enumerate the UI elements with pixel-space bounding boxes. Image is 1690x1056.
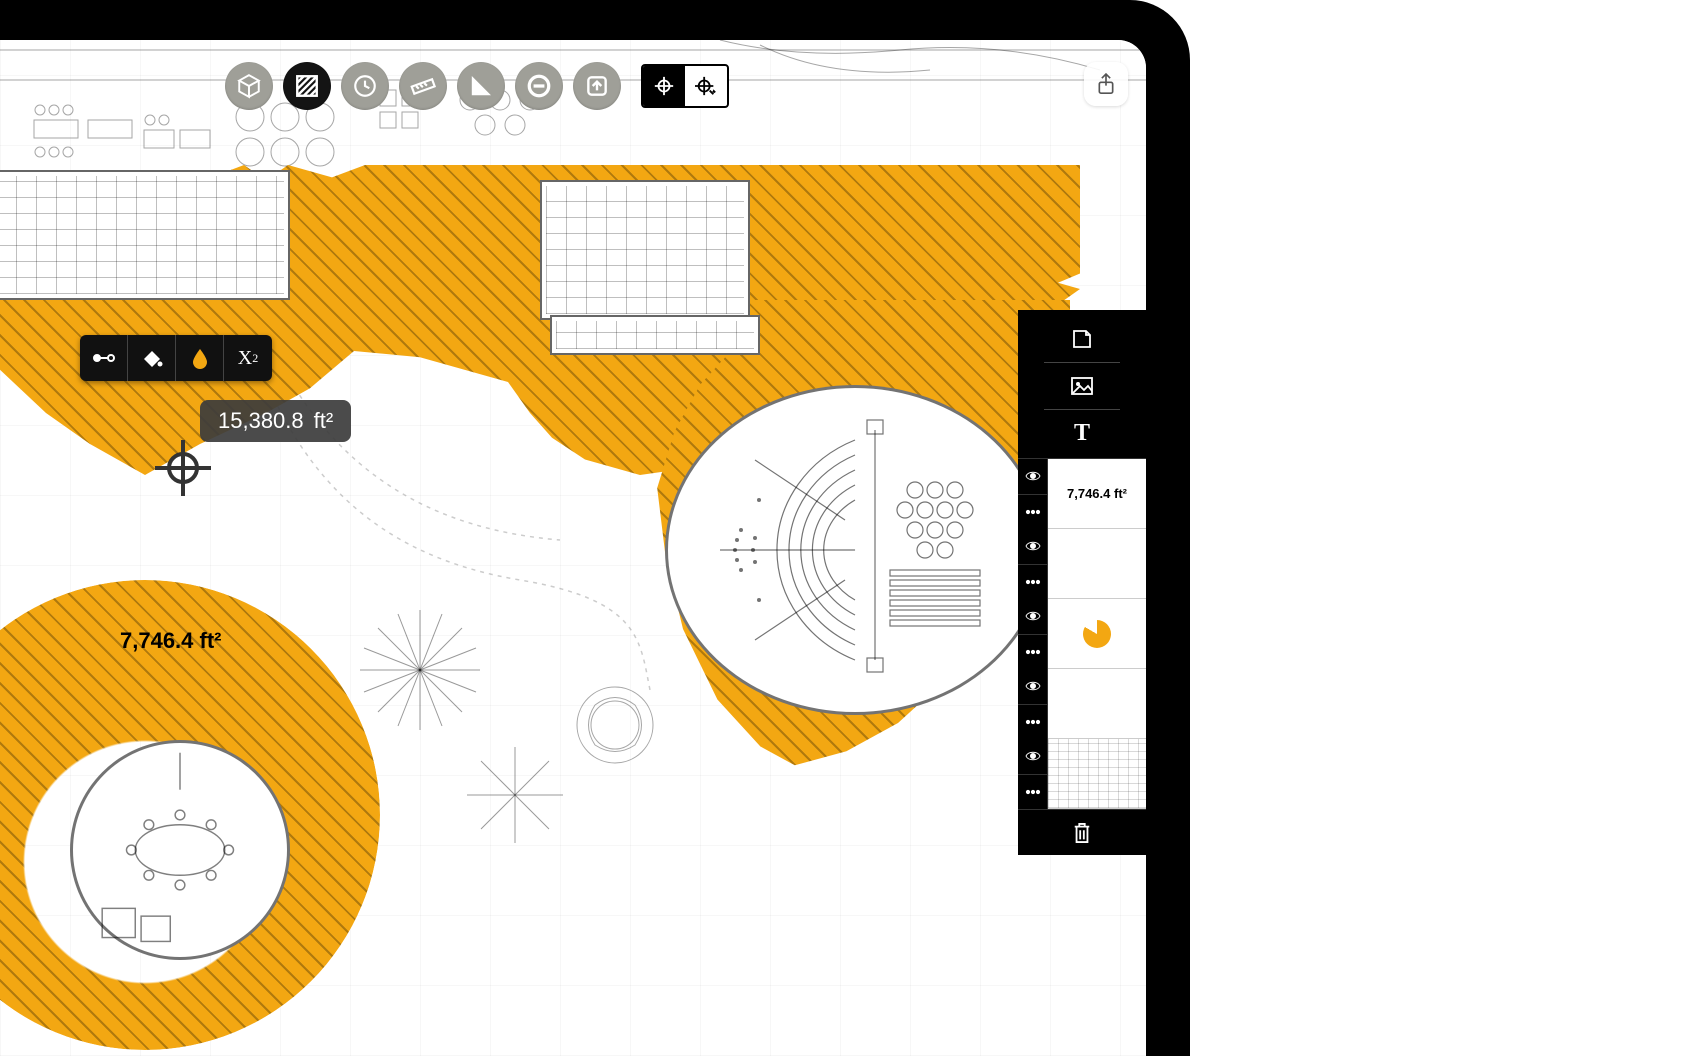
layer-thumbnail[interactable]: [1048, 599, 1146, 669]
x2-sup: 2: [252, 351, 258, 366]
add-image-button[interactable]: [1018, 367, 1146, 405]
x2-label: X: [238, 347, 252, 370]
layer-list: 7,746.4 ft²: [1018, 458, 1146, 809]
device-bezel: 7,746.4 ft² 15,380.8 ft²: [0, 20, 1164, 1056]
layer-visibility-toggle[interactable]: [1018, 529, 1047, 565]
layer-thumbnail[interactable]: 7,746.4 ft²: [1048, 459, 1146, 529]
layer-options-button[interactable]: [1018, 565, 1047, 600]
layers-panel: T 7,746.4 f: [1018, 310, 1146, 855]
cube-tool[interactable]: [225, 62, 273, 110]
measurement-unit: ft²: [314, 408, 334, 434]
layer-options-button[interactable]: [1018, 635, 1047, 670]
layer-row: [1018, 739, 1146, 809]
layer-options-button[interactable]: [1018, 775, 1047, 810]
layer-row: [1018, 669, 1146, 739]
color-drop-button[interactable]: [176, 335, 224, 381]
layer-visibility-toggle[interactable]: [1018, 739, 1047, 775]
layer-thumb-label: 7,746.4 ft²: [1067, 486, 1127, 501]
minus-tool[interactable]: [515, 62, 563, 110]
superscript-x2-button[interactable]: X2: [224, 335, 272, 381]
layer-visibility-toggle[interactable]: [1018, 599, 1047, 635]
snap-off-button[interactable]: +: [685, 66, 727, 106]
area-label-lower-left: 7,746.4 ft²: [120, 628, 222, 654]
measurement-value: 15,380.8: [218, 408, 304, 434]
device-frame: 7,746.4 ft² 15,380.8 ft²: [0, 0, 1190, 1056]
round-room: [70, 740, 290, 960]
stroke-style-button[interactable]: [80, 335, 128, 381]
snap-toggle: +: [641, 64, 729, 108]
svg-text:+: +: [711, 87, 716, 97]
share-button[interactable]: [1084, 62, 1128, 106]
measurement-callout[interactable]: 15,380.8 ft²: [200, 400, 351, 442]
layer-row: [1018, 529, 1146, 599]
fill-bucket-button[interactable]: [128, 335, 176, 381]
add-text-button[interactable]: T: [1018, 414, 1146, 452]
layer-thumbnail[interactable]: [1048, 529, 1146, 599]
layer-visibility-toggle[interactable]: [1018, 459, 1047, 495]
layer-row: [1018, 599, 1146, 669]
app-screen: 7,746.4 ft² 15,380.8 ft²: [0, 40, 1146, 1056]
top-toolbar: +: [225, 62, 729, 110]
delete-layer-button[interactable]: [1018, 809, 1146, 855]
context-toolbar: X2: [80, 335, 272, 381]
drawing-canvas[interactable]: 7,746.4 ft² 15,380.8 ft²: [0, 40, 1146, 1056]
layer-options-button[interactable]: [1018, 495, 1047, 530]
layer-thumbnail[interactable]: [1048, 669, 1146, 739]
layer-thumbnail[interactable]: [1048, 739, 1146, 809]
hatch-fill-tool[interactable]: [283, 62, 331, 110]
layer-row: 7,746.4 ft²: [1018, 459, 1146, 529]
layer-visibility-toggle[interactable]: [1018, 669, 1047, 705]
new-page-button[interactable]: [1018, 320, 1146, 358]
clock-tool[interactable]: [341, 62, 389, 110]
snap-on-button[interactable]: [643, 66, 685, 106]
ruler-tool[interactable]: [399, 62, 447, 110]
layers-panel-header: T: [1018, 310, 1146, 458]
layer-options-button[interactable]: [1018, 705, 1047, 740]
auditorium-seats: [675, 400, 1035, 710]
text-tool-label: T: [1074, 420, 1090, 447]
angle-tool[interactable]: [457, 62, 505, 110]
measurement-anchor-icon[interactable]: [155, 440, 211, 496]
upload-tool[interactable]: [573, 62, 621, 110]
